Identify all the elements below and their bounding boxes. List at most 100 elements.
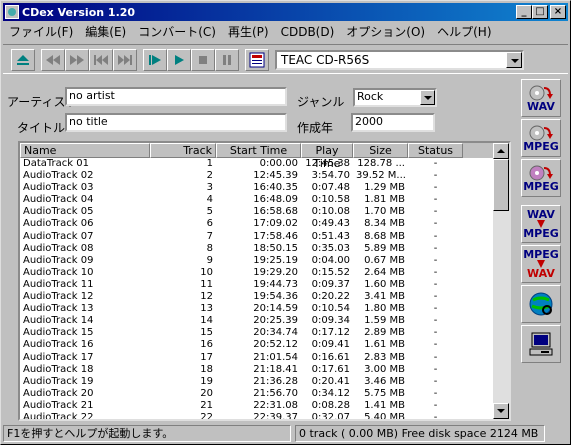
eject-button[interactable] — [11, 49, 35, 71]
year-field[interactable]: 2000 — [351, 113, 435, 132]
column-size[interactable]: Size — [353, 143, 408, 158]
scroll-up-icon[interactable] — [493, 143, 509, 159]
cell-start-time: 20:14.59 — [253, 303, 298, 315]
cd-to-mpeg2-button[interactable]: MPEG — [521, 159, 561, 197]
cell-size: 2.89 MB — [364, 327, 405, 339]
genre-select-arrow-icon[interactable] — [420, 90, 435, 105]
title-label: タイトル — [17, 121, 66, 135]
table-row[interactable]: AudioTrack 13 13 20:14.59 0:10.54 1.80 MB - — [20, 303, 509, 315]
drive-select-arrow-icon[interactable] — [506, 52, 522, 68]
cd-to-mpeg-button[interactable]: MPEG — [521, 119, 561, 157]
table-row[interactable]: AudioTrack 20 20 21:56.70 0:34.12 5.75 MB - — [20, 388, 509, 400]
previous-track-button[interactable] — [89, 49, 113, 71]
table-row[interactable]: AudioTrack 05 5 16:58.68 0:10.08 1.70 MB - — [20, 206, 509, 218]
scroll-thumb[interactable] — [493, 159, 509, 211]
table-row[interactable]: AudioTrack 08 8 18:50.15 0:35.03 5.89 MB - — [20, 243, 509, 255]
cd-to-wav-button[interactable]: WAV — [521, 79, 561, 117]
play-button[interactable] — [167, 49, 191, 71]
table-row[interactable]: DataTrack 01 1 0:00.00 12:45.38 128.78 ... - — [20, 158, 509, 170]
cell-name: AudioTrack 17 — [23, 351, 94, 363]
cell-name: AudioTrack 16 — [23, 339, 94, 351]
column-name[interactable]: Name — [20, 143, 150, 158]
table-row[interactable]: AudioTrack 10 10 19:29.20 0:15.52 2.64 MB - — [20, 267, 509, 279]
minimize-button[interactable]: _ — [516, 5, 532, 19]
cell-start-time: 17:58.46 — [253, 230, 298, 242]
cell-status: - — [433, 170, 438, 182]
column-status[interactable]: Status — [408, 143, 463, 158]
table-row[interactable]: AudioTrack 07 7 17:58.46 0:51.43 8.68 MB - — [20, 231, 509, 243]
menu-options[interactable]: オプション(O) — [340, 23, 431, 40]
table-row[interactable]: AudioTrack 04 4 16:48.09 0:10.58 1.81 MB - — [20, 194, 509, 206]
app-icon[interactable] — [5, 5, 19, 19]
menu-play[interactable]: 再生(P) — [222, 23, 275, 40]
cell-name: AudioTrack 02 — [23, 170, 94, 182]
menu-file[interactable]: ファイル(F) — [3, 23, 79, 40]
column-start-time[interactable]: Start Time — [216, 143, 301, 158]
table-row[interactable]: AudioTrack 02 2 12:45.39 3:54.70 39.52 M... - — [20, 170, 509, 182]
drive-select[interactable]: TEAC CD-R56S — [275, 50, 524, 70]
cell-start-time: 18:50.15 — [253, 242, 298, 254]
mpeg-to-wav-button[interactable]: MPEG WAV — [521, 245, 561, 283]
cell-start-time: 21:18.41 — [253, 363, 298, 375]
table-row[interactable]: AudioTrack 14 14 20:25.39 0:09.34 1.59 MB - — [20, 315, 509, 327]
vertical-scrollbar[interactable] — [493, 143, 509, 419]
cell-size: 8.34 MB — [364, 218, 405, 230]
artist-field[interactable]: no artist — [65, 87, 287, 106]
wav-to-mpeg-button[interactable]: WAV MPEG — [521, 205, 561, 243]
cd-info-button[interactable] — [245, 49, 269, 71]
cell-name: AudioTrack 13 — [23, 303, 94, 315]
cell-status: - — [433, 278, 438, 290]
table-row[interactable]: AudioTrack 03 3 16:40.35 0:07.48 1.29 MB - — [20, 182, 509, 194]
close-button[interactable]: × — [550, 5, 566, 19]
table-row[interactable]: AudioTrack 16 16 20:52.12 0:09.41 1.61 MB - — [20, 339, 509, 351]
rewind-icon — [46, 55, 60, 65]
fast-forward-button[interactable] — [65, 49, 89, 71]
table-row[interactable]: AudioTrack 22 22 22:39.37 0:32.07 5.40 MB - — [20, 412, 509, 419]
menu-help[interactable]: ヘルプ(H) — [431, 23, 497, 40]
cell-track: 4 — [206, 194, 213, 206]
track-list[interactable]: Name Track Start Time Play Time Size Sta… — [18, 141, 511, 421]
table-row[interactable]: AudioTrack 18 18 21:18.41 0:17.61 3.00 MB - — [20, 364, 509, 376]
stop-button[interactable] — [191, 49, 215, 71]
cell-name: AudioTrack 21 — [23, 399, 94, 411]
column-track[interactable]: Track — [150, 143, 216, 158]
cell-status: - — [433, 194, 438, 206]
table-row[interactable]: AudioTrack 12 12 19:54.36 0:20.22 3.41 MB - — [20, 291, 509, 303]
table-row[interactable]: AudioTrack 06 6 17:09.02 0:49.43 8.34 MB - — [20, 218, 509, 230]
cd-to-mpeg2-label: MPEG — [523, 179, 559, 193]
genre-select[interactable]: Rock — [353, 88, 437, 107]
cell-start-time: 0:00.00 — [259, 158, 298, 169]
scroll-down-icon[interactable] — [493, 403, 509, 419]
table-row[interactable]: AudioTrack 21 21 22:31.08 0:08.28 1.41 MB - — [20, 400, 509, 412]
table-row[interactable]: AudioTrack 19 19 21:36.28 0:20.41 3.46 MB - — [20, 376, 509, 388]
cell-track: 14 — [200, 315, 213, 327]
cell-name: AudioTrack 05 — [23, 206, 94, 218]
cell-track: 17 — [200, 351, 213, 363]
cell-status: - — [433, 218, 438, 230]
next-track-button[interactable] — [113, 49, 137, 71]
table-row[interactable]: AudioTrack 09 9 19:25.19 0:04.00 0.67 MB - — [20, 255, 509, 267]
wav-to-mpeg-bottom-label: MPEG — [523, 227, 559, 240]
menu-edit[interactable]: 編集(E) — [79, 23, 132, 40]
cddb-search-button[interactable] — [521, 285, 561, 323]
table-row[interactable]: AudioTrack 15 15 20:34.74 0:17.12 2.89 MB - — [20, 327, 509, 339]
cell-status: - — [433, 351, 438, 363]
menu-cddb[interactable]: CDDB(D) — [275, 25, 341, 39]
cell-play-time: 0:07.48 — [311, 182, 350, 194]
cell-status: - — [433, 399, 438, 411]
rewind-button[interactable] — [41, 49, 65, 71]
column-play-time[interactable]: Play Time — [301, 143, 353, 170]
title-field[interactable]: no title — [65, 113, 287, 132]
cd-to-wav-icon — [529, 85, 553, 100]
maximize-button[interactable]: □ — [532, 5, 548, 19]
pause-button[interactable] — [215, 49, 239, 71]
play-from-start-button[interactable] — [143, 49, 167, 71]
globe-search-icon — [529, 292, 553, 316]
menu-convert[interactable]: コンバート(C) — [132, 23, 222, 40]
table-row[interactable]: AudioTrack 11 11 19:44.73 0:09.37 1.60 MB - — [20, 279, 509, 291]
eject-icon — [17, 55, 29, 65]
table-row[interactable]: AudioTrack 17 17 21:01.54 0:16.61 2.83 MB - — [20, 352, 509, 364]
play-icon — [175, 55, 184, 65]
cell-play-time: 0:34.12 — [311, 387, 350, 399]
computer-button[interactable] — [521, 325, 561, 363]
